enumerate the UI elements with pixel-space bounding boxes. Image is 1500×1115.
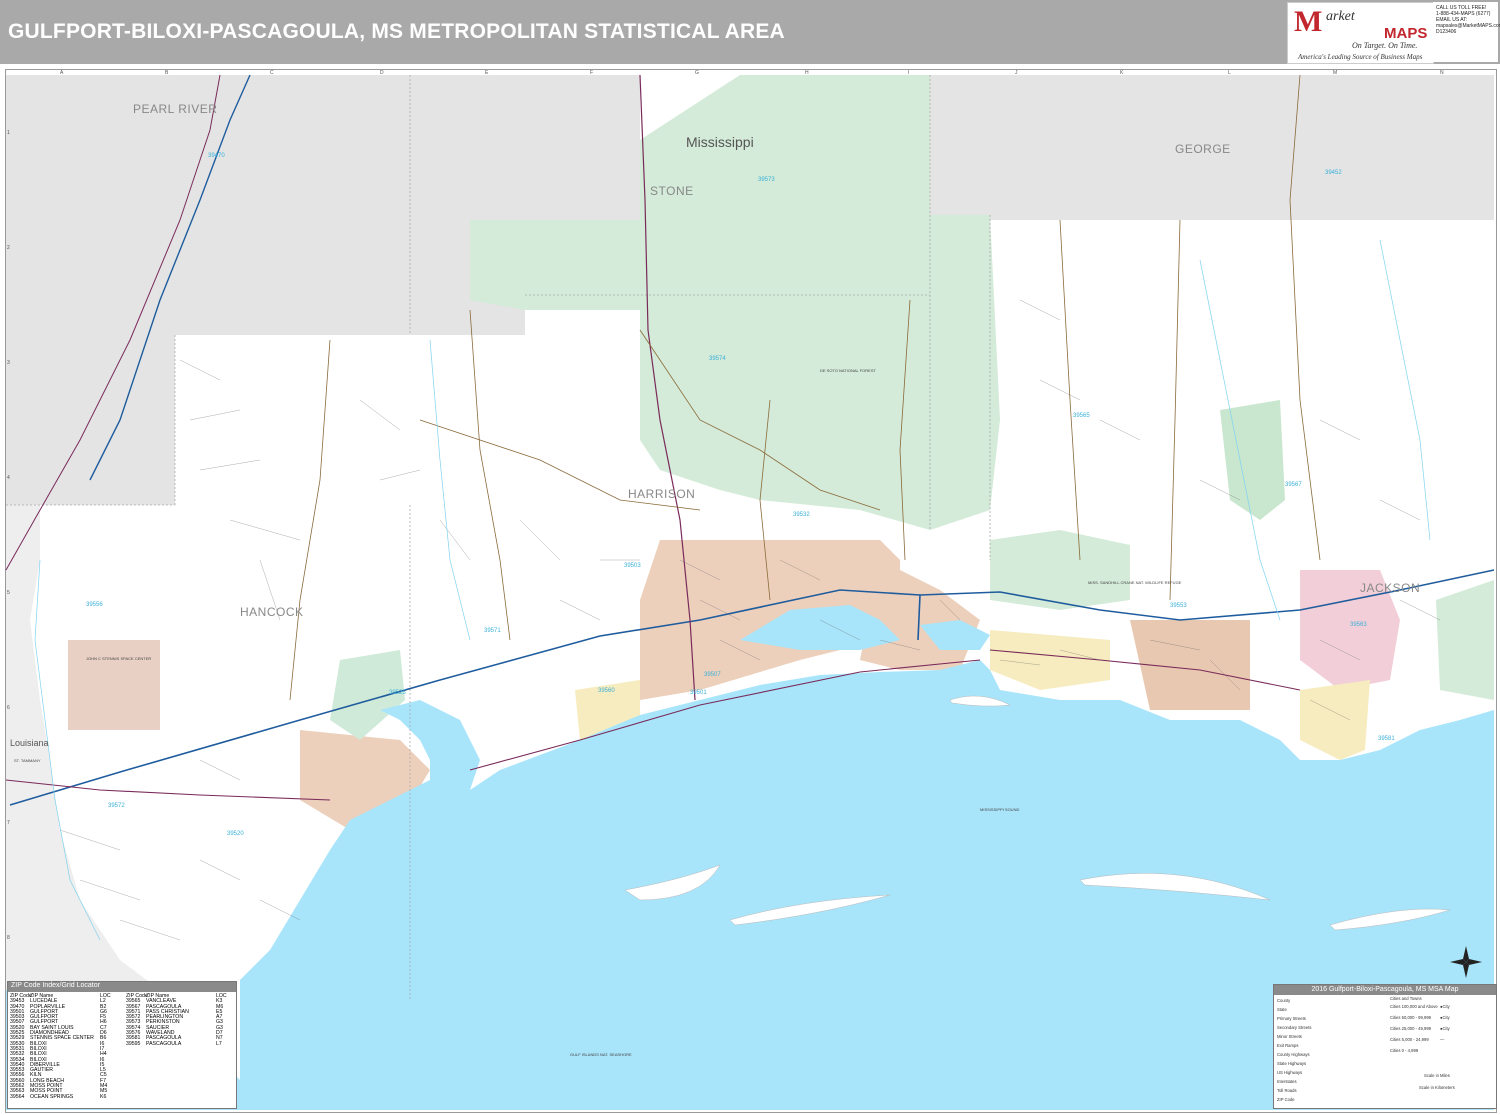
grid-col-label: G (695, 70, 699, 76)
legend-cities-title: Cities and Towns (1390, 996, 1422, 1001)
legend-city-class: Cities 100,000 and Above (1390, 1004, 1438, 1009)
legend-item: Toll Roads (1277, 1088, 1297, 1093)
legend-item: State (1277, 1007, 1287, 1012)
zip-label: 39501 (690, 690, 707, 696)
grid-col-label: I (908, 70, 910, 76)
county-label-jackson: JACKSON (1360, 581, 1421, 595)
feature-label: JOHN C STENNIS SPACE CENTER (86, 656, 152, 661)
feature-label: MISSISSIPPI SOUND (980, 807, 1020, 812)
zip-label: 39507 (704, 672, 721, 678)
zip-index-column: ZIP Code ZIP Name LOC 39453 LUCEDALE L2 39470… (10, 993, 114, 1100)
legend-city-class: Cities 0 - 4,999 (1390, 1048, 1419, 1053)
grid-col-label: N (1440, 70, 1444, 76)
zip-name: PASCAGOULA (146, 1040, 182, 1047)
state-label-mississippi: Mississippi (686, 134, 754, 150)
zip-index-column: ZIP Code ZIP Name LOC 39565 VANCLEAVE K3 3956… (126, 993, 230, 1047)
map-canvas[interactable] (0, 0, 1500, 1115)
zip-label: 39563 (1350, 622, 1367, 628)
legend-item: Minor Streets (1277, 1034, 1302, 1039)
legend-item: County Highways (1277, 1052, 1310, 1057)
feature-label: MISS. SANDHILL CRANE NAT. WILDLIFE REFUG… (1088, 580, 1182, 585)
zip-label: 39574 (709, 356, 726, 362)
legend-city-marker: — (1440, 1037, 1445, 1042)
grid-col-label: L (1228, 70, 1231, 76)
county-label-harrison: HARRISON (628, 487, 696, 501)
county-label-hancock: HANCOCK (240, 605, 304, 619)
zip-label: 39572 (108, 803, 125, 809)
legend-item: ZIP Code (1277, 1097, 1295, 1102)
grid-row-label: 2 (7, 245, 10, 251)
grid-col-label: E (485, 70, 489, 76)
legend-item: Secondary Streets (1277, 1025, 1312, 1030)
zip-label: 39452 (1325, 170, 1342, 176)
zip-label: 39520 (227, 831, 244, 837)
zip-loc: K6 (100, 1093, 107, 1100)
legend-title: 2016 Gulfport-Biloxi-Pascagoula, MS MSA … (1274, 985, 1496, 995)
legend-item: County (1277, 998, 1291, 1003)
legend-city-class: Cities 50,000 - 99,999 (1390, 1015, 1431, 1020)
zip-code-index: ZIP Code Index/Grid Locator ZIP Code ZIP … (7, 981, 237, 1109)
county-label-pearl-river: PEARL RIVER (133, 102, 218, 116)
zip-label: 39503 (624, 563, 641, 569)
legend-item: State Highways (1277, 1061, 1307, 1066)
grid-col-label: C (270, 70, 274, 76)
grid-row-label: 7 (7, 820, 10, 826)
legend-item: Exit Ramps (1277, 1043, 1299, 1048)
legend-city-marker: ●City (1440, 1026, 1450, 1031)
zip-name: OCEAN SPRINGS (30, 1093, 74, 1100)
zip-label: 39565 (1073, 413, 1090, 419)
grid-row-label: 4 (7, 475, 10, 481)
legend-city-class: Cities 5,000 - 24,999 (1390, 1037, 1429, 1042)
grid-row-label: 6 (7, 705, 10, 711)
grid-col-label: A (60, 70, 64, 76)
zip-code: 39595 (126, 1040, 141, 1047)
zip-label: 39581 (1378, 736, 1395, 742)
legend-scale-miles: Scale in Miles (1424, 1073, 1450, 1078)
state-label-louisiana: Louisiana (10, 738, 49, 748)
map-legend: 2016 Gulfport-Biloxi-Pascagoula, MS MSA … (1273, 984, 1497, 1109)
zip-index-row: 39564 OCEAN SPRINGS K6 (10, 1093, 114, 1100)
crane-refuge (990, 530, 1130, 610)
zip-label: 39556 (86, 602, 103, 608)
zip-label: 39553 (1170, 603, 1187, 609)
zip-label: 39567 (1285, 482, 1302, 488)
stennis-space-center (68, 640, 160, 730)
feature-label: DE SOTO NATIONAL FOREST (820, 368, 876, 373)
feature-label: ST. TAMMANY (14, 758, 41, 763)
legend-item: Interstates (1277, 1079, 1297, 1084)
grid-col-label: D (380, 70, 384, 76)
grand-bay-refuge (1436, 580, 1494, 700)
feature-label: GULF ISLANDS NAT. SEASHORE (570, 1052, 632, 1057)
zip-label: 39525 (389, 690, 406, 696)
zip-label: 39571 (484, 628, 501, 634)
county-label-george: GEORGE (1175, 142, 1231, 156)
grid-row-label: 8 (7, 935, 10, 941)
zip-label: 39560 (598, 688, 615, 694)
legend-item: US Highways (1277, 1070, 1303, 1075)
zip-label: 39470 (208, 153, 225, 159)
zip-loc: L7 (216, 1040, 222, 1047)
zip-code: 39564 (10, 1093, 25, 1100)
legend-item: Primary Streets (1277, 1016, 1306, 1021)
grid-col-label: M (1333, 70, 1338, 76)
grid-row-label: 3 (7, 360, 10, 366)
grid-col-label: H (805, 70, 809, 76)
legend-city-class: Cities 25,000 - 49,999 (1390, 1026, 1431, 1031)
zip-label: 39573 (758, 177, 775, 183)
grid-col-label: K (1120, 70, 1124, 76)
county-label-stone: STONE (650, 184, 694, 198)
zip-label: 39532 (793, 512, 810, 518)
legend-scale-km: Scale in Kilometers (1419, 1085, 1455, 1090)
grid-row-label: 1 (7, 130, 10, 136)
zip-index-row: 39595 PASCAGOULA L7 (126, 1040, 230, 1047)
grid-col-label: F (590, 70, 594, 76)
legend-city-marker: ●City (1440, 1004, 1450, 1009)
grid-col-label: J (1015, 70, 1018, 76)
legend-city-marker: ●City (1440, 1015, 1450, 1020)
grid-col-label: B (165, 70, 169, 76)
zip-index-title: ZIP Code Index/Grid Locator (8, 982, 236, 992)
grid-row-label: 5 (7, 590, 10, 596)
